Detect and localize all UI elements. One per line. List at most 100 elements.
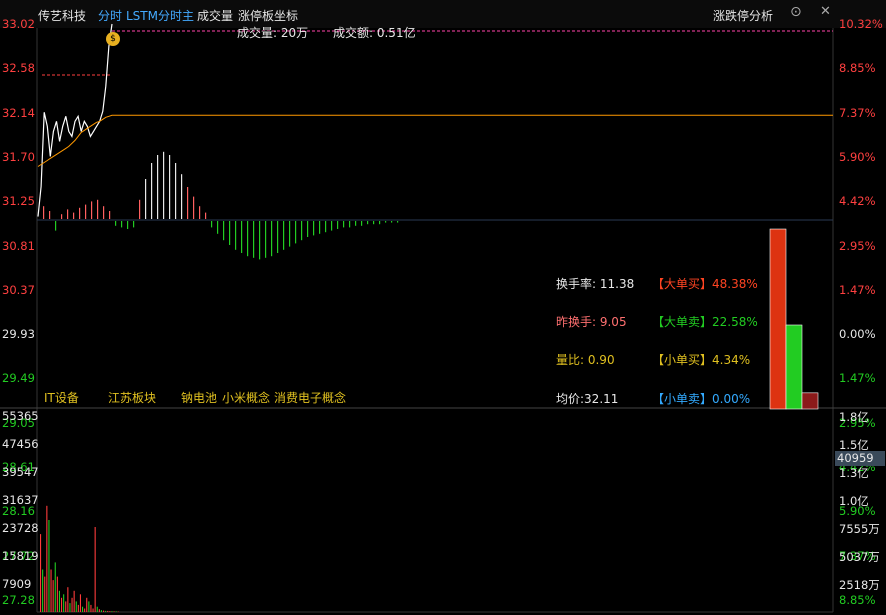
momentum-bar: [325, 221, 327, 233]
volume-bar: [111, 611, 113, 612]
momentum-bar: [121, 221, 123, 228]
momentum-bar: [337, 221, 339, 229]
momentum-bar: [235, 221, 237, 250]
momentum-bar: [199, 206, 201, 219]
momentum-bar: [331, 221, 333, 231]
volume-bar: [56, 576, 58, 612]
price-tick-label: 27.28: [2, 592, 35, 607]
momentum-bar: [205, 212, 207, 219]
momentum-bar: [259, 221, 261, 260]
momentum-bar: [187, 187, 189, 219]
pct-tick-label: 4.42%: [839, 194, 876, 209]
volume-bar: [107, 610, 109, 612]
volume-bar: [94, 527, 96, 612]
momentum-bar: [193, 196, 195, 219]
price-tick-label: 30.37: [2, 282, 35, 297]
price-tick-label: 30.81: [2, 238, 35, 253]
momentum-bar: [367, 221, 369, 225]
volume-bar: [96, 606, 98, 612]
momentum-bar: [373, 221, 375, 225]
volume-bar: [63, 594, 65, 612]
momentum-bar: [133, 221, 135, 228]
momentum-bar: [211, 221, 213, 228]
volume-bar: [105, 610, 107, 612]
momentum-bar: [361, 221, 363, 226]
momentum-bar: [85, 204, 87, 219]
momentum-bar: [163, 151, 165, 219]
price-tick-label: 32.14: [2, 105, 35, 120]
big-buy-stat: 【大单买】48.38%: [652, 277, 758, 291]
volume-bar: [54, 562, 56, 612]
volume-bar: [44, 576, 46, 612]
volume-bar: [79, 594, 81, 612]
order-flow-bar: [785, 324, 803, 410]
concept-tag[interactable]: 消费电子概念: [274, 389, 346, 406]
momentum-bar: [217, 221, 219, 234]
intraday-chart: [0, 23, 886, 613]
concept-tag[interactable]: 江苏板块: [108, 389, 156, 406]
pct-tick-label: 5.90%: [839, 149, 876, 164]
concept-tag[interactable]: 小米概念: [222, 389, 270, 406]
volume-bar: [46, 505, 48, 612]
momentum-bar: [349, 221, 351, 228]
momentum-bar: [391, 221, 393, 223]
pct-tick-label: 1.47%: [839, 371, 876, 386]
volume-ratio: 量比: 0.90: [556, 353, 615, 367]
amount-tick-label: 7555万: [839, 522, 880, 536]
volume-bar: [109, 611, 111, 612]
volume-tick-label: 39547: [2, 465, 39, 479]
volume-bar: [86, 597, 88, 612]
momentum-bar: [307, 221, 309, 237]
momentum-bar: [283, 221, 285, 250]
momentum-bar: [49, 211, 51, 219]
momentum-bar: [355, 221, 357, 226]
concept-tag[interactable]: IT设备: [44, 389, 79, 406]
price-tick-label: 31.25: [2, 194, 35, 209]
volume-bar: [100, 610, 102, 612]
momentum-bar: [229, 221, 231, 245]
price-tick-label: 32.58: [2, 61, 35, 76]
price-tick-label: 31.70: [2, 149, 35, 164]
volume-bar: [40, 534, 42, 612]
momentum-bar: [265, 221, 267, 258]
momentum-bar: [91, 201, 93, 219]
volume-tick-label: 55365: [2, 409, 39, 423]
concept-tag[interactable]: 钠电池: [181, 389, 217, 406]
momentum-bar: [151, 163, 153, 219]
volume-bar: [75, 601, 77, 612]
volume-bar: [58, 590, 60, 612]
momentum-bar: [319, 221, 321, 234]
momentum-bar: [157, 155, 159, 219]
volume-bar: [42, 569, 44, 612]
volume-bar: [92, 608, 94, 612]
momentum-bar: [301, 221, 303, 241]
small-buy-stat: 【小单买】4.34%: [652, 353, 751, 367]
big-sell-stat: 【大单卖】22.58%: [652, 315, 758, 329]
money-bag-icon[interactable]: $: [106, 32, 120, 46]
pct-tick-label: 0.00%: [839, 327, 876, 342]
momentum-bar: [67, 209, 69, 219]
volume-bar: [48, 520, 50, 612]
volume-bar: [115, 611, 117, 612]
momentum-bar: [271, 221, 273, 257]
momentum-bar: [295, 221, 297, 244]
volume-bar: [103, 610, 105, 612]
momentum-bar: [139, 199, 141, 219]
pct-tick-label: 2.95%: [839, 238, 876, 253]
pct-tick-label: 8.85%: [839, 61, 876, 76]
volume-bar: [113, 611, 115, 612]
amount-overlay: 成交额: 0.51亿: [333, 26, 416, 40]
amount-tick-label: 5037万: [839, 550, 880, 564]
volume-tick-label: 15819: [2, 549, 39, 563]
volume-bar: [65, 601, 67, 612]
volume-bar: [98, 609, 100, 612]
momentum-bar: [127, 221, 129, 229]
momentum-bar: [115, 221, 117, 226]
price-tick-label: 29.93: [2, 327, 35, 342]
momentum-bar: [169, 155, 171, 219]
momentum-bar: [241, 221, 243, 253]
volume-bar: [67, 587, 69, 612]
momentum-bar: [397, 221, 399, 223]
current-volume-marker: 40959: [835, 451, 885, 466]
momentum-bar: [247, 221, 249, 257]
